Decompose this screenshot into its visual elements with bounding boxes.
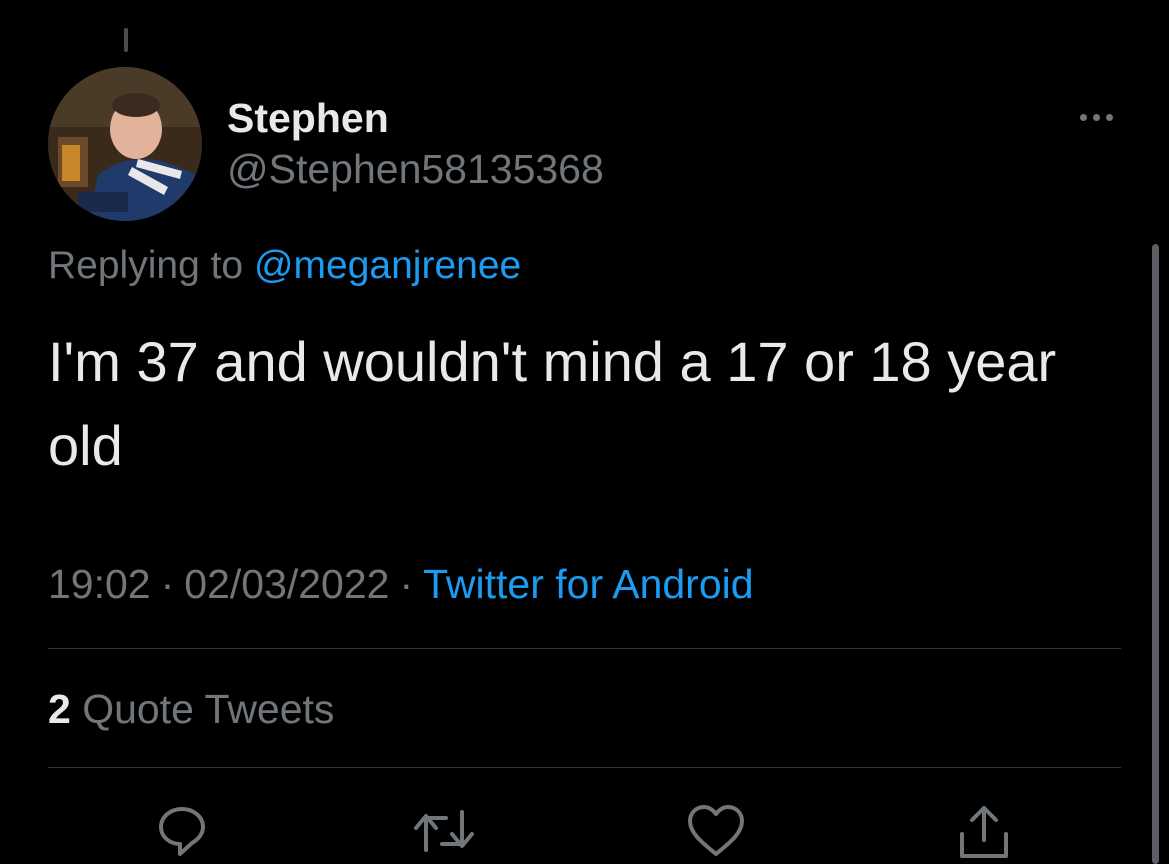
meta-separator: · (160, 561, 175, 607)
tweet-metadata: 19:02 · 02/03/2022 · Twitter for Android (48, 560, 754, 608)
more-options-button[interactable] (1068, 100, 1124, 134)
avatar-photo (48, 67, 202, 221)
divider (48, 767, 1121, 768)
more-dot-icon (1079, 113, 1087, 121)
retweet-icon (414, 810, 474, 852)
share-icon (960, 806, 1008, 858)
quote-tweets-count: 2 (48, 686, 71, 732)
thread-connector-line (124, 28, 128, 52)
more-dot-icon (1105, 113, 1113, 121)
meta-separator: · (399, 561, 414, 607)
quote-tweets-label: Quote Tweets (70, 686, 335, 732)
comment-icon (159, 807, 205, 856)
heart-icon (688, 805, 744, 856)
tweet-text: I'm 37 and wouldn't mind a 17 or 18 year… (48, 330, 1057, 477)
share-button[interactable] (952, 800, 1016, 860)
tweet-date[interactable]: 02/03/2022 (184, 561, 389, 607)
tweet-time[interactable]: 19:02 (48, 561, 151, 607)
tweet-source-link[interactable]: Twitter for Android (423, 561, 753, 607)
tweet-action-bar (0, 800, 1169, 860)
author-display-name[interactable]: Stephen (227, 94, 389, 142)
avatar[interactable] (48, 67, 202, 221)
retweet-button[interactable] (412, 800, 476, 860)
like-button[interactable] (684, 800, 748, 860)
author-handle[interactable]: @Stephen58135368 (227, 145, 604, 193)
replying-to-line: Replying to @meganjrenee (48, 242, 521, 290)
reply-button[interactable] (150, 800, 214, 860)
scrollbar[interactable] (1152, 244, 1159, 864)
more-dot-icon (1092, 113, 1100, 121)
replying-to-mention-link[interactable]: @meganjrenee (254, 244, 521, 287)
divider (48, 648, 1121, 649)
replying-prefix: Replying to (48, 244, 254, 287)
quote-tweets-link[interactable]: 2 Quote Tweets (48, 685, 334, 733)
